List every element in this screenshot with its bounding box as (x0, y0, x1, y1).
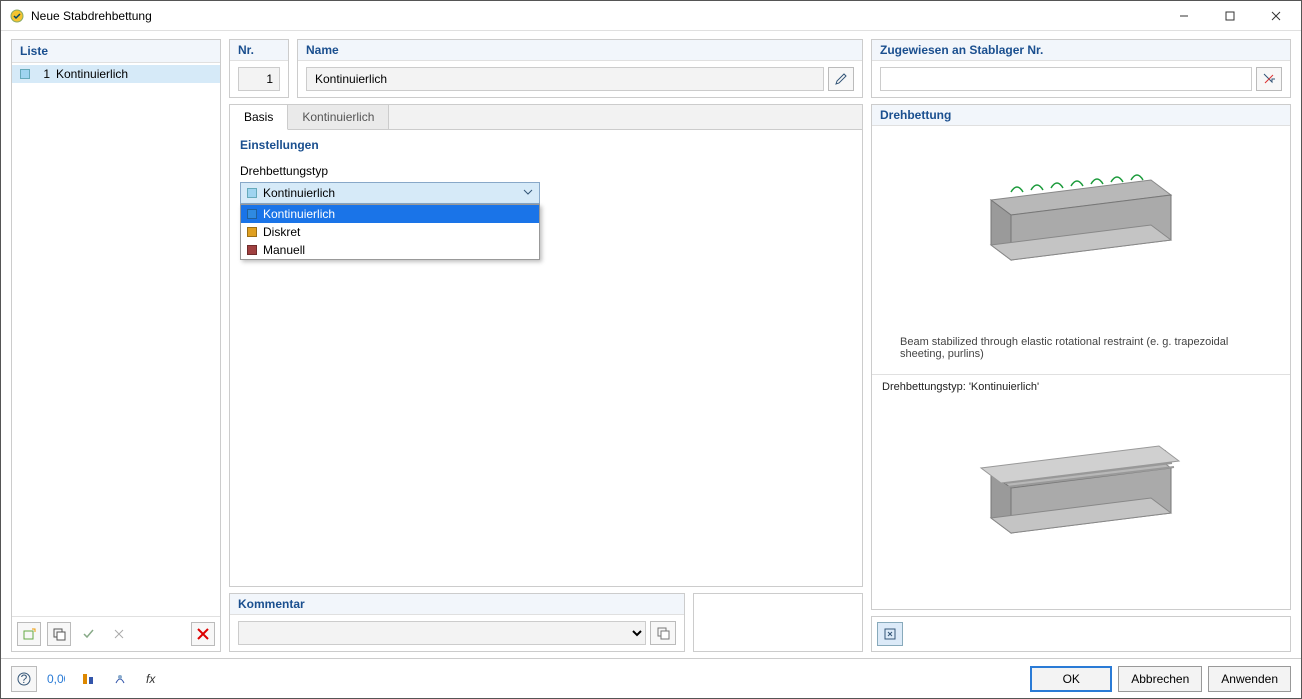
tool2-button[interactable] (107, 666, 133, 692)
nr-group: Nr. (229, 39, 289, 98)
list-item[interactable]: 1 Kontinuierlich (12, 65, 220, 83)
close-button[interactable] (1253, 1, 1299, 31)
type-selected: Kontinuierlich (263, 186, 335, 200)
pick-member-button[interactable] (1256, 67, 1282, 91)
assigned-label: Zugewiesen an Stablager Nr. (872, 40, 1290, 61)
type-label: Drehbettungstyp (240, 164, 852, 178)
edit-name-button[interactable] (828, 67, 854, 91)
comment-title: Kommentar (230, 594, 684, 615)
tabs-container: Basis Kontinuierlich Einstellungen Drehb… (229, 104, 863, 587)
comment-input[interactable] (238, 621, 646, 645)
svg-text:fx: fx (146, 672, 156, 686)
copy-item-button[interactable] (47, 622, 71, 646)
type-swatch-icon (247, 188, 257, 198)
maximize-button[interactable] (1207, 1, 1253, 31)
dropdown-option-diskret[interactable]: Diskret (241, 223, 539, 241)
svg-text:0,00: 0,00 (47, 672, 65, 686)
comment-library-button[interactable] (650, 621, 676, 645)
cancel-button[interactable]: Abbrechen (1118, 666, 1202, 692)
option-label: Kontinuierlich (263, 207, 335, 221)
units-button[interactable]: 0,00 (43, 666, 69, 692)
type-dropdown: Kontinuierlich Diskret Manuell (240, 204, 540, 260)
new-item-button[interactable] (17, 622, 41, 646)
preview-image-top (872, 126, 1290, 336)
option-swatch-icon (247, 209, 257, 219)
option-swatch-icon (247, 245, 257, 255)
minimize-button[interactable] (1161, 1, 1207, 31)
app-icon (9, 8, 25, 24)
ok-button[interactable]: OK (1030, 666, 1112, 692)
include-button[interactable] (77, 622, 101, 646)
dropdown-option-manuell[interactable]: Manuell (241, 241, 539, 259)
preview-type-label: Drehbettungstyp: 'Kontinuierlich' (872, 374, 1290, 399)
svg-text:?: ? (21, 672, 28, 686)
name-label: Name (298, 40, 862, 61)
type-combobox[interactable]: Kontinuierlich (240, 182, 540, 204)
list-item-swatch (20, 69, 30, 79)
nr-input[interactable] (238, 67, 280, 91)
list-body: 1 Kontinuierlich (12, 63, 220, 616)
list-panel: Liste 1 Kontinuierlich (11, 39, 221, 652)
assigned-group: Zugewiesen an Stablager Nr. (871, 39, 1291, 98)
list-toolbar (12, 616, 220, 651)
preview-settings-button[interactable] (877, 622, 903, 646)
tool3-button[interactable]: fx (139, 666, 165, 692)
preview-caption: Beam stabilized through elastic rotation… (872, 336, 1290, 374)
help-button[interactable]: ? (11, 666, 37, 692)
tab-basis[interactable]: Basis (230, 105, 288, 130)
settings-title: Einstellungen (230, 130, 862, 156)
aux-group (693, 593, 863, 652)
apply-button[interactable]: Anwenden (1208, 666, 1291, 692)
chevron-down-icon (523, 186, 533, 200)
list-header: Liste (12, 40, 220, 63)
exclude-button[interactable] (107, 622, 131, 646)
list-item-num: 1 (36, 67, 50, 81)
footer: ? 0,00 fx OK Abbrechen Anwenden (1, 658, 1301, 698)
window-title: Neue Stabdrehbettung (31, 9, 1161, 23)
option-label: Manuell (263, 243, 305, 257)
assigned-input[interactable] (880, 67, 1252, 91)
list-item-label: Kontinuierlich (56, 67, 128, 81)
preview-title: Drehbettung (872, 105, 1290, 126)
dropdown-option-kontinuierlich[interactable]: Kontinuierlich (241, 205, 539, 223)
nr-label: Nr. (230, 40, 288, 61)
option-label: Diskret (263, 225, 300, 239)
delete-item-button[interactable] (191, 622, 215, 646)
tool1-button[interactable] (75, 666, 101, 692)
option-swatch-icon (247, 227, 257, 237)
comment-group: Kommentar (229, 593, 685, 652)
preview-panel: Drehbettung (871, 104, 1291, 610)
preview-toolbar (871, 616, 1291, 652)
preview-image-bottom (872, 399, 1290, 609)
titlebar: Neue Stabdrehbettung (1, 1, 1301, 31)
name-input[interactable] (306, 67, 824, 91)
name-group: Name (297, 39, 863, 98)
tab-kontinuierlich[interactable]: Kontinuierlich (288, 105, 389, 129)
